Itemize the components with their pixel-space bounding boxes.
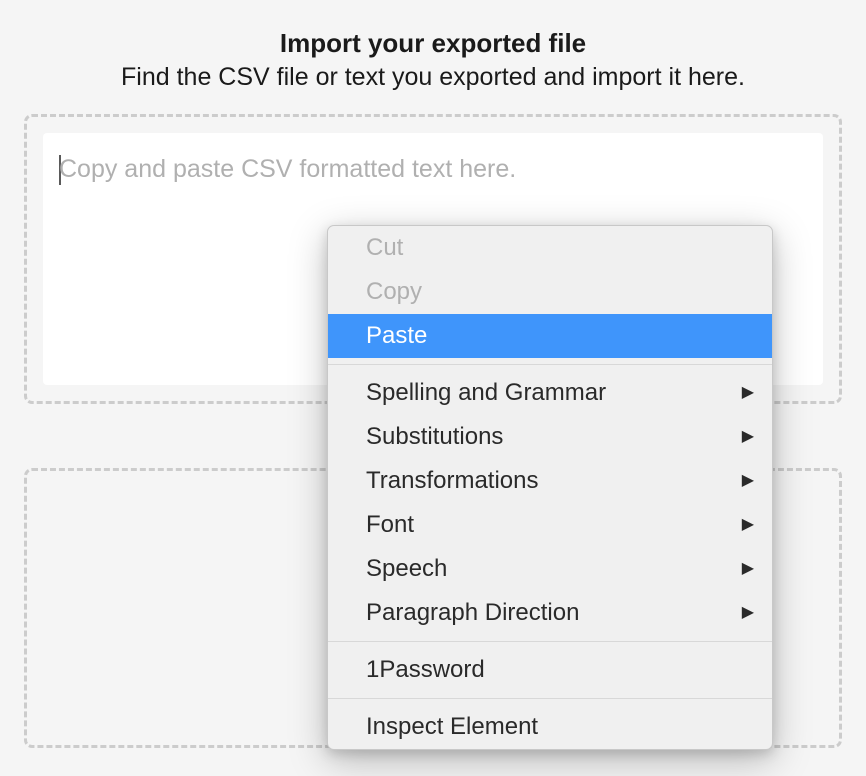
menu-item-font[interactable]: Font ▶ bbox=[328, 503, 772, 547]
menu-item-speech[interactable]: Speech ▶ bbox=[328, 547, 772, 591]
menu-item-label: Inspect Element bbox=[366, 709, 538, 745]
menu-item-label: Transformations bbox=[366, 463, 539, 499]
menu-item-label: Substitutions bbox=[366, 419, 503, 455]
menu-item-label: 1Password bbox=[366, 652, 485, 688]
textarea-placeholder: Copy and paste CSV formatted text here. bbox=[59, 155, 807, 184]
menu-item-label: Copy bbox=[366, 274, 422, 310]
menu-separator bbox=[328, 641, 772, 642]
menu-item-label: Paste bbox=[366, 318, 427, 354]
chevron-right-icon: ▶ bbox=[742, 469, 754, 493]
menu-item-cut: Cut bbox=[328, 226, 772, 270]
chevron-right-icon: ▶ bbox=[742, 601, 754, 625]
menu-item-1password[interactable]: 1Password bbox=[328, 648, 772, 692]
menu-item-substitutions[interactable]: Substitutions ▶ bbox=[328, 415, 772, 459]
menu-separator bbox=[328, 698, 772, 699]
import-header: Import your exported file Find the CSV f… bbox=[0, 0, 866, 92]
menu-item-paragraph-direction[interactable]: Paragraph Direction ▶ bbox=[328, 591, 772, 635]
menu-item-inspect-element[interactable]: Inspect Element bbox=[328, 705, 772, 749]
chevron-right-icon: ▶ bbox=[742, 381, 754, 405]
menu-item-paste[interactable]: Paste bbox=[328, 314, 772, 358]
page-title: Import your exported file bbox=[0, 28, 866, 59]
menu-item-label: Cut bbox=[366, 230, 403, 266]
menu-item-transformations[interactable]: Transformations ▶ bbox=[328, 459, 772, 503]
menu-item-label: Paragraph Direction bbox=[366, 595, 579, 631]
menu-item-spelling[interactable]: Spelling and Grammar ▶ bbox=[328, 371, 772, 415]
chevron-right-icon: ▶ bbox=[742, 425, 754, 449]
menu-item-label: Font bbox=[366, 507, 414, 543]
menu-item-label: Speech bbox=[366, 551, 447, 587]
menu-item-label: Spelling and Grammar bbox=[366, 375, 606, 411]
context-menu: Cut Copy Paste Spelling and Grammar ▶ Su… bbox=[327, 225, 773, 750]
page-subtitle: Find the CSV file or text you exported a… bbox=[0, 63, 866, 92]
menu-separator bbox=[328, 364, 772, 365]
chevron-right-icon: ▶ bbox=[742, 557, 754, 581]
chevron-right-icon: ▶ bbox=[742, 513, 754, 537]
menu-item-copy: Copy bbox=[328, 270, 772, 314]
